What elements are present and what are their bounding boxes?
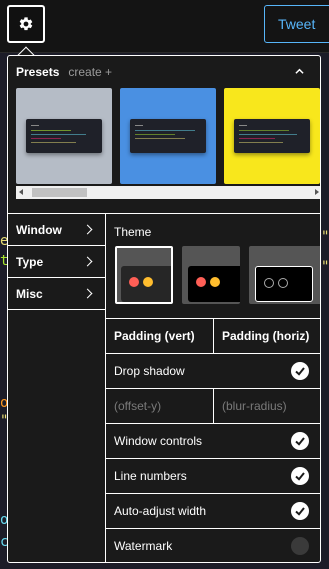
auto-adjust-label: Auto-adjust width (114, 504, 207, 518)
settings-sidebar: Window Type Misc (8, 214, 106, 562)
sidebar-item-label: Window (16, 222, 62, 237)
tweet-button[interactable]: Tweet (264, 5, 329, 43)
padding-vert-select[interactable]: Padding (vert) (106, 318, 214, 354)
offset-y-placeholder: (offset-y) (114, 399, 162, 413)
scroll-right-icon[interactable] (315, 189, 319, 195)
preset-item[interactable] (224, 88, 320, 184)
presets-create-button[interactable]: create + (68, 65, 112, 79)
settings-button[interactable] (7, 5, 45, 43)
preset-preview (130, 119, 206, 153)
presets-list (16, 88, 320, 186)
gear-icon (19, 17, 33, 31)
watermark-toggle[interactable]: Watermark (106, 528, 320, 562)
scrollbar-thumb[interactable] (32, 188, 87, 197)
chevron-right-icon (82, 288, 93, 299)
chevron-up-icon[interactable] (295, 67, 304, 76)
offset-y-input[interactable]: (offset-y) (106, 388, 214, 424)
window-controls-label: Window controls (114, 434, 203, 448)
preset-preview (26, 119, 102, 153)
padding-vert-label: Padding (vert) (114, 329, 195, 343)
checkmark-icon (291, 502, 309, 520)
editor-glyph: " (321, 259, 329, 275)
preset-preview (234, 119, 310, 153)
sidebar-item-misc[interactable]: Misc (8, 278, 105, 310)
theme-label: Theme (114, 225, 152, 239)
presets-header: Presets create + (8, 56, 320, 88)
preset-item[interactable] (16, 88, 112, 184)
auto-adjust-width-toggle[interactable]: Auto-adjust width (106, 493, 320, 528)
unchecked-circle-icon (291, 537, 309, 555)
theme-dark-option[interactable] (115, 246, 173, 304)
sidebar-item-window[interactable]: Window (8, 214, 105, 246)
line-numbers-toggle[interactable]: Line numbers (106, 458, 320, 493)
chevron-right-icon (82, 256, 93, 267)
theme-outline-option[interactable] (249, 246, 320, 304)
checkmark-icon (291, 467, 309, 485)
chevron-right-icon (82, 224, 93, 235)
line-numbers-label: Line numbers (114, 469, 187, 483)
checkmark-icon (291, 432, 309, 450)
blur-radius-placeholder: (blur-radius) (222, 399, 287, 413)
sidebar-item-type[interactable]: Type (8, 246, 105, 278)
watermark-label: Watermark (114, 539, 173, 553)
scroll-left-icon[interactable] (19, 189, 23, 195)
drop-shadow-label: Drop shadow (114, 364, 185, 378)
settings-panel: Presets create + Window Type Misc Theme … (7, 55, 321, 563)
padding-horiz-label: Padding (horiz) (222, 329, 310, 343)
shadow-inputs-row: (offset-y) (blur-radius) (106, 388, 320, 424)
drop-shadow-toggle[interactable]: Drop shadow (106, 353, 320, 388)
preset-item[interactable] (120, 88, 216, 184)
editor-glyph: " (321, 229, 329, 245)
theme-black-option[interactable] (182, 246, 240, 304)
window-settings: Theme Padding (vert) Padding (horiz) Dro… (106, 214, 320, 562)
presets-scrollbar[interactable] (16, 186, 320, 199)
padding-row: Padding (vert) Padding (horiz) (106, 318, 320, 354)
blur-radius-input[interactable]: (blur-radius) (214, 389, 320, 424)
padding-horiz-select[interactable]: Padding (horiz) (214, 319, 320, 354)
window-controls-toggle[interactable]: Window controls (106, 423, 320, 458)
presets-title: Presets (16, 65, 60, 79)
checkmark-icon (291, 362, 309, 380)
sidebar-item-label: Misc (16, 286, 43, 301)
sidebar-item-label: Type (16, 254, 44, 269)
